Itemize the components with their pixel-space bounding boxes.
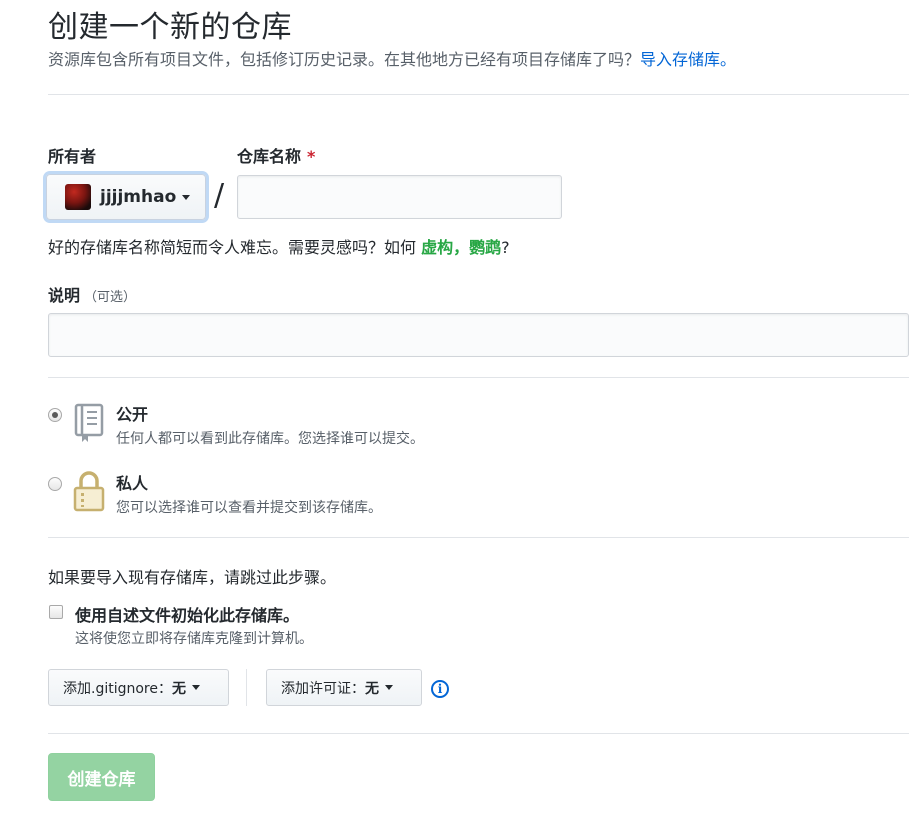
select-separator bbox=[246, 669, 247, 706]
repo-book-icon bbox=[74, 403, 104, 442]
public-title: 公开 bbox=[116, 405, 149, 424]
required-mark: * bbox=[307, 147, 316, 166]
private-radio[interactable] bbox=[48, 477, 62, 491]
gitignore-select-button[interactable]: 添加.gitignore：无 bbox=[48, 669, 229, 706]
repo-name-label-text: 仓库名称 bbox=[237, 147, 302, 166]
license-label: 添加许可证： bbox=[281, 680, 365, 697]
repo-name-input[interactable] bbox=[237, 175, 562, 219]
license-value: 无 bbox=[365, 680, 379, 697]
page-subtitle: 资源库包含所有项目文件，包括修订历史记录。在其他地方已经有项目存储库了吗？导入存… bbox=[48, 46, 736, 70]
hint-suffix: ? bbox=[501, 238, 510, 257]
readme-label[interactable]: 使用自述文件初始化此存储库。 bbox=[75, 602, 299, 626]
lock-icon bbox=[73, 471, 105, 512]
repo-name-hint: 好的存储库名称简短而令人难忘。需要灵感吗？如何 虚构，鹦鹉? bbox=[48, 234, 510, 258]
subtitle-text: 资源库包含所有项目文件，包括修订历史记录。在其他地方已经有项目存储库了吗？ bbox=[48, 50, 641, 69]
owner-repo-separator: / bbox=[214, 178, 225, 213]
divider-submit bbox=[48, 733, 909, 734]
divider-init bbox=[48, 537, 909, 538]
description-optional: （可选） bbox=[84, 290, 137, 305]
caret-down-icon bbox=[182, 194, 191, 200]
divider-visibility bbox=[48, 377, 909, 378]
description-label-text: 说明 bbox=[48, 286, 81, 305]
public-radio[interactable] bbox=[48, 408, 62, 422]
info-icon[interactable]: i bbox=[431, 680, 449, 698]
repo-name-label: 仓库名称 * bbox=[237, 143, 315, 167]
private-title: 私人 bbox=[116, 474, 149, 493]
readme-desc: 这将使您立即将存储库克隆到计算机。 bbox=[75, 631, 313, 647]
readme-checkbox[interactable] bbox=[49, 605, 63, 619]
caret-down-icon bbox=[385, 685, 393, 690]
owner-select-button[interactable]: jjjjmhao bbox=[46, 174, 206, 220]
description-label: 说明 （可选） bbox=[48, 282, 136, 306]
import-repo-link[interactable]: 导入存储库。 bbox=[640, 50, 736, 69]
description-input[interactable] bbox=[48, 313, 909, 357]
owner-name: jjjjmhao bbox=[100, 187, 177, 207]
gitignore-value: 无 bbox=[172, 680, 186, 697]
private-desc: 您可以选择谁可以查看并提交到该存储库。 bbox=[116, 500, 382, 516]
caret-down-icon bbox=[192, 685, 200, 690]
owner-label: 所有者 bbox=[48, 147, 97, 166]
divider-top bbox=[48, 94, 909, 95]
hint-prefix: 好的存储库名称简短而令人难忘。需要灵感吗？如何 bbox=[48, 238, 422, 257]
gitignore-label: 添加.gitignore： bbox=[63, 680, 172, 697]
page-title: 创建一个新的仓库 bbox=[48, 10, 292, 45]
license-select-button[interactable]: 添加许可证：无 bbox=[266, 669, 422, 706]
avatar bbox=[65, 184, 91, 210]
create-repo-button[interactable]: 创建仓库 bbox=[48, 753, 155, 801]
public-desc: 任何人都可以看到此存储库。您选择谁可以提交。 bbox=[116, 431, 424, 447]
hint-suggestion[interactable]: 虚构，鹦鹉 bbox=[421, 238, 501, 257]
skip-step-note: 如果要导入现有存储库，请跳过此步骤。 bbox=[48, 568, 337, 587]
